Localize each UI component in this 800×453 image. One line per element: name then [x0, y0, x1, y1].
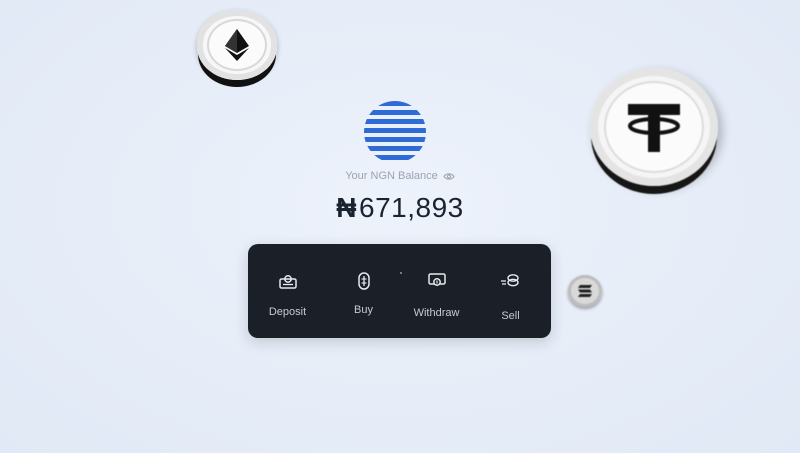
sell-icon	[500, 270, 522, 292]
page-indicator-dot	[400, 272, 402, 274]
withdraw-icon	[426, 270, 448, 292]
balance-value: 671,893	[359, 192, 464, 223]
buy-label: Buy	[354, 304, 373, 316]
balance-label: Your NGN Balance	[300, 170, 500, 182]
balance-amount: ₦ 671,893	[250, 192, 550, 224]
striped-globe-logo	[364, 101, 426, 160]
sell-label: Sell	[501, 310, 520, 322]
deposit-label: Deposit	[268, 306, 307, 318]
withdraw-button[interactable]: Withdraw	[399, 244, 474, 338]
tether-coin	[590, 68, 718, 186]
actions-card: Deposit Buy Withdraw Sell	[248, 244, 551, 338]
balance-label-text: Your NGN Balance	[345, 170, 438, 182]
ethereum-coin-icon	[207, 19, 267, 71]
solana-coin	[568, 275, 602, 307]
ethereum-coin	[197, 10, 277, 80]
deposit-button[interactable]: Deposit	[250, 244, 325, 338]
tether-coin-icon	[604, 81, 704, 173]
buy-button[interactable]: Buy	[326, 244, 401, 338]
withdraw-label: Withdraw	[413, 307, 460, 319]
currency-symbol: ₦	[336, 192, 357, 223]
sell-button[interactable]: Sell	[473, 244, 548, 338]
app-background: Your NGN Balance ₦ 671,893 Deposit Buy W…	[0, 0, 800, 453]
deposit-icon	[277, 270, 299, 292]
brand-logo	[363, 100, 427, 164]
eye-icon[interactable]	[443, 172, 455, 181]
buy-icon	[353, 270, 375, 292]
solana-coin-icon	[578, 285, 592, 297]
